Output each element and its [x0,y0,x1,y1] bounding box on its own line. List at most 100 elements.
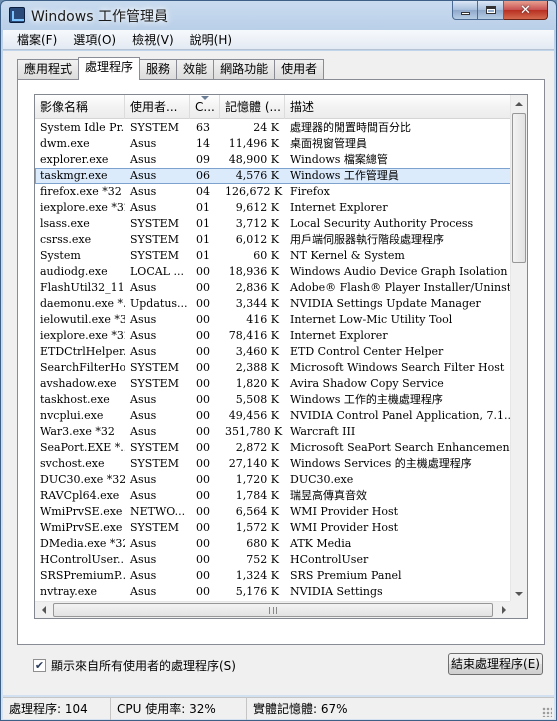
process-row[interactable]: HControlUser.... Asus 00 752 K HControlUser [35,552,512,568]
process-user: SYSTEM [130,217,179,230]
show-all-users-label[interactable]: 顯示來自所有使用者的處理程序(S) [51,657,236,674]
process-row[interactable]: csrss.exe SYSTEM 01 6,012 K 用戶端伺服器執行階段處理程序 [35,232,512,248]
process-row[interactable]: RAVCpl64.exe Asus 00 1,784 K 瑞昱高傳真音效 [35,488,512,504]
show-all-users-option[interactable]: ✔ 顯示來自所有使用者的處理程序(S) [33,657,236,674]
process-row[interactable]: dwm.exe Asus 14 11,496 K 桌面視窗管理員 [35,136,512,152]
minimize-button[interactable] [452,1,478,20]
process-cpu: 01 [196,201,210,214]
process-description: NVIDIA Settings [290,585,383,598]
show-all-users-checkbox[interactable]: ✔ [33,659,46,672]
process-description: HControlUser [290,553,369,566]
tab-services[interactable]: 服務 [139,59,178,79]
column-user-name[interactable]: 使用者... [125,95,190,119]
tab-processes[interactable]: 處理程序 [78,57,141,80]
process-row[interactable]: firefox.exe *32 Asus 04 126,672 K Firefox [35,184,512,200]
process-row[interactable]: WmiPrvSE.exe SYSTEM 00 1,572 K WMI Provider … [35,520,512,536]
tab-users[interactable]: 使用者 [274,59,325,79]
process-row[interactable]: lsass.exe SYSTEM 01 3,712 K Local Security A… [35,216,512,232]
process-row[interactable]: taskhost.exe Asus 00 5,508 K Windows 工作的主機處理… [35,392,512,408]
maximize-button[interactable] [478,1,504,20]
process-row[interactable]: SearchFilterHo... SYSTEM 00 2,388 K Microsof… [35,360,512,376]
process-row[interactable]: FlashUtil32_11... Asus 00 2,836 K Adobe® Fla… [35,280,512,296]
resize-grip-icon[interactable] [542,707,552,717]
process-description: 瑞昱高傳真音效 [290,489,367,502]
process-user: Asus [130,585,157,598]
title-bar[interactable]: Windows 工作管理員 ✕ [1,1,556,29]
column-description[interactable]: 描述 [285,95,512,119]
end-process-button[interactable]: 結束處理程序(E) [448,653,543,675]
process-row[interactable]: System Idle Pr... SYSTEM 63 24 K 處理器的閒置時間百分比 [35,120,512,136]
process-cpu: 00 [196,265,210,278]
processes-panel: 影像名稱 使用者... C... 記憶體 (... 描述 System Idle… [17,79,545,645]
task-manager-window: Windows 工作管理員 ✕ 檔案(F) 選項(O) 檢視(V) 說明(H) … [0,0,557,721]
tab-networking[interactable]: 網路功能 [213,59,276,79]
menu-options[interactable]: 選項(O) [65,31,124,48]
process-memory: 6,564 K [235,505,279,518]
process-row[interactable]: SeaPort.EXE *... SYSTEM 00 2,872 K Microsoft… [35,440,512,456]
process-row[interactable]: iexplore.exe *32 Asus 00 78,416 K Internet E… [35,328,512,344]
tab-applications[interactable]: 應用程式 [17,59,80,79]
process-description: NT Kernel & System [290,249,405,262]
scroll-up-button[interactable] [511,95,527,112]
scroll-left-button[interactable] [35,602,52,618]
column-cpu[interactable]: C... [190,95,220,119]
sort-descending-icon [200,96,209,100]
process-row[interactable]: War3.exe *32 Asus 00 351,780 K Warcraft III [35,424,512,440]
process-row[interactable]: WmiPrvSE.exe NETWO... 00 6,564 K WMI Provide… [35,504,512,520]
process-user: Asus [130,201,157,214]
minimize-icon [460,11,470,15]
process-user: Asus [130,313,157,326]
process-memory: 416 K [246,313,279,326]
process-row[interactable]: DUC30.exe *32 Asus 00 1,720 K DUC30.exe [35,472,512,488]
process-user: SYSTEM [130,121,179,134]
process-image-name: taskhost.exe [40,393,110,406]
close-icon: ✕ [520,2,531,18]
menu-bar: 檔案(F) 選項(O) 檢視(V) 說明(H) [3,30,554,50]
process-row[interactable]: SRSPremiumP... Asus 00 1,324 K SRS Premium P… [35,568,512,584]
process-user: Asus [130,329,157,342]
scroll-down-button[interactable] [511,585,527,602]
tab-performance[interactable]: 效能 [176,59,215,79]
process-memory: 752 K [246,553,279,566]
process-image-name: DMedia.exe *32 [40,537,125,550]
process-image-name: nvcplui.exe [40,409,104,422]
process-row[interactable]: explorer.exe Asus 09 48,900 K Windows 檔案總管 [35,152,512,168]
process-row[interactable]: svchost.exe SYSTEM 00 27,140 K Windows Servi… [35,456,512,472]
process-description: Windows 工作的主機處理程序 [290,393,443,406]
process-memory: 2,872 K [235,441,279,454]
menu-help[interactable]: 說明(H) [182,31,240,48]
process-description: 桌面視窗管理員 [290,137,367,150]
process-cpu: 00 [196,553,210,566]
process-row[interactable]: System SYSTEM 01 60 K NT Kernel & System [35,248,512,264]
process-list[interactable]: 影像名稱 使用者... C... 記憶體 (... 描述 System Idle… [34,94,528,619]
process-row[interactable]: nvcplui.exe Asus 00 49,456 K NVIDIA Control … [35,408,512,424]
horizontal-scroll-thumb[interactable] [53,603,493,617]
process-cpu: 00 [196,329,210,342]
process-cpu: 00 [196,361,210,374]
column-image-name[interactable]: 影像名稱 [35,95,125,119]
process-row[interactable]: ETDCtrlHelper... Asus 00 3,460 K ETD Control… [35,344,512,360]
process-row[interactable]: audiodg.exe LOCAL ... 00 18,936 K Windows Au… [35,264,512,280]
process-image-name: FlashUtil32_11... [40,281,125,294]
menu-file[interactable]: 檔案(F) [9,31,65,48]
process-image-name: csrss.exe [40,233,92,246]
process-row[interactable]: DMedia.exe *32 Asus 00 680 K ATK Media [35,536,512,552]
vertical-scroll-thumb[interactable] [512,113,526,263]
close-button[interactable]: ✕ [504,1,548,20]
process-memory: 351,780 K [225,425,283,438]
process-row[interactable]: avshadow.exe SYSTEM 00 1,820 K Avira Shadow … [35,376,512,392]
horizontal-scrollbar[interactable] [35,601,512,618]
process-row[interactable]: nvtray.exe Asus 00 5,176 K NVIDIA Settings [35,584,512,600]
status-cpu-usage: CPU 使用率: 32% [111,698,247,720]
vertical-scrollbar[interactable] [510,95,527,602]
process-row[interactable]: ielowutil.exe *32 Asus 00 416 K Internet Low… [35,312,512,328]
column-memory[interactable]: 記憶體 (... [220,95,285,119]
scroll-right-icon [501,606,506,614]
process-row[interactable]: iexplore.exe *32 Asus 01 9,612 K Internet Ex… [35,200,512,216]
process-row[interactable]: daemonu.exe *... Updatus... 00 3,344 K NVIDI… [35,296,512,312]
process-row[interactable]: taskmgr.exe Asus 06 4,576 K Windows 工作管理員 [35,168,512,184]
process-cpu: 01 [196,249,210,262]
menu-view[interactable]: 檢視(V) [124,31,182,48]
process-description: NVIDIA Settings Update Manager [290,297,481,310]
process-image-name: SeaPort.EXE *... [40,441,125,454]
